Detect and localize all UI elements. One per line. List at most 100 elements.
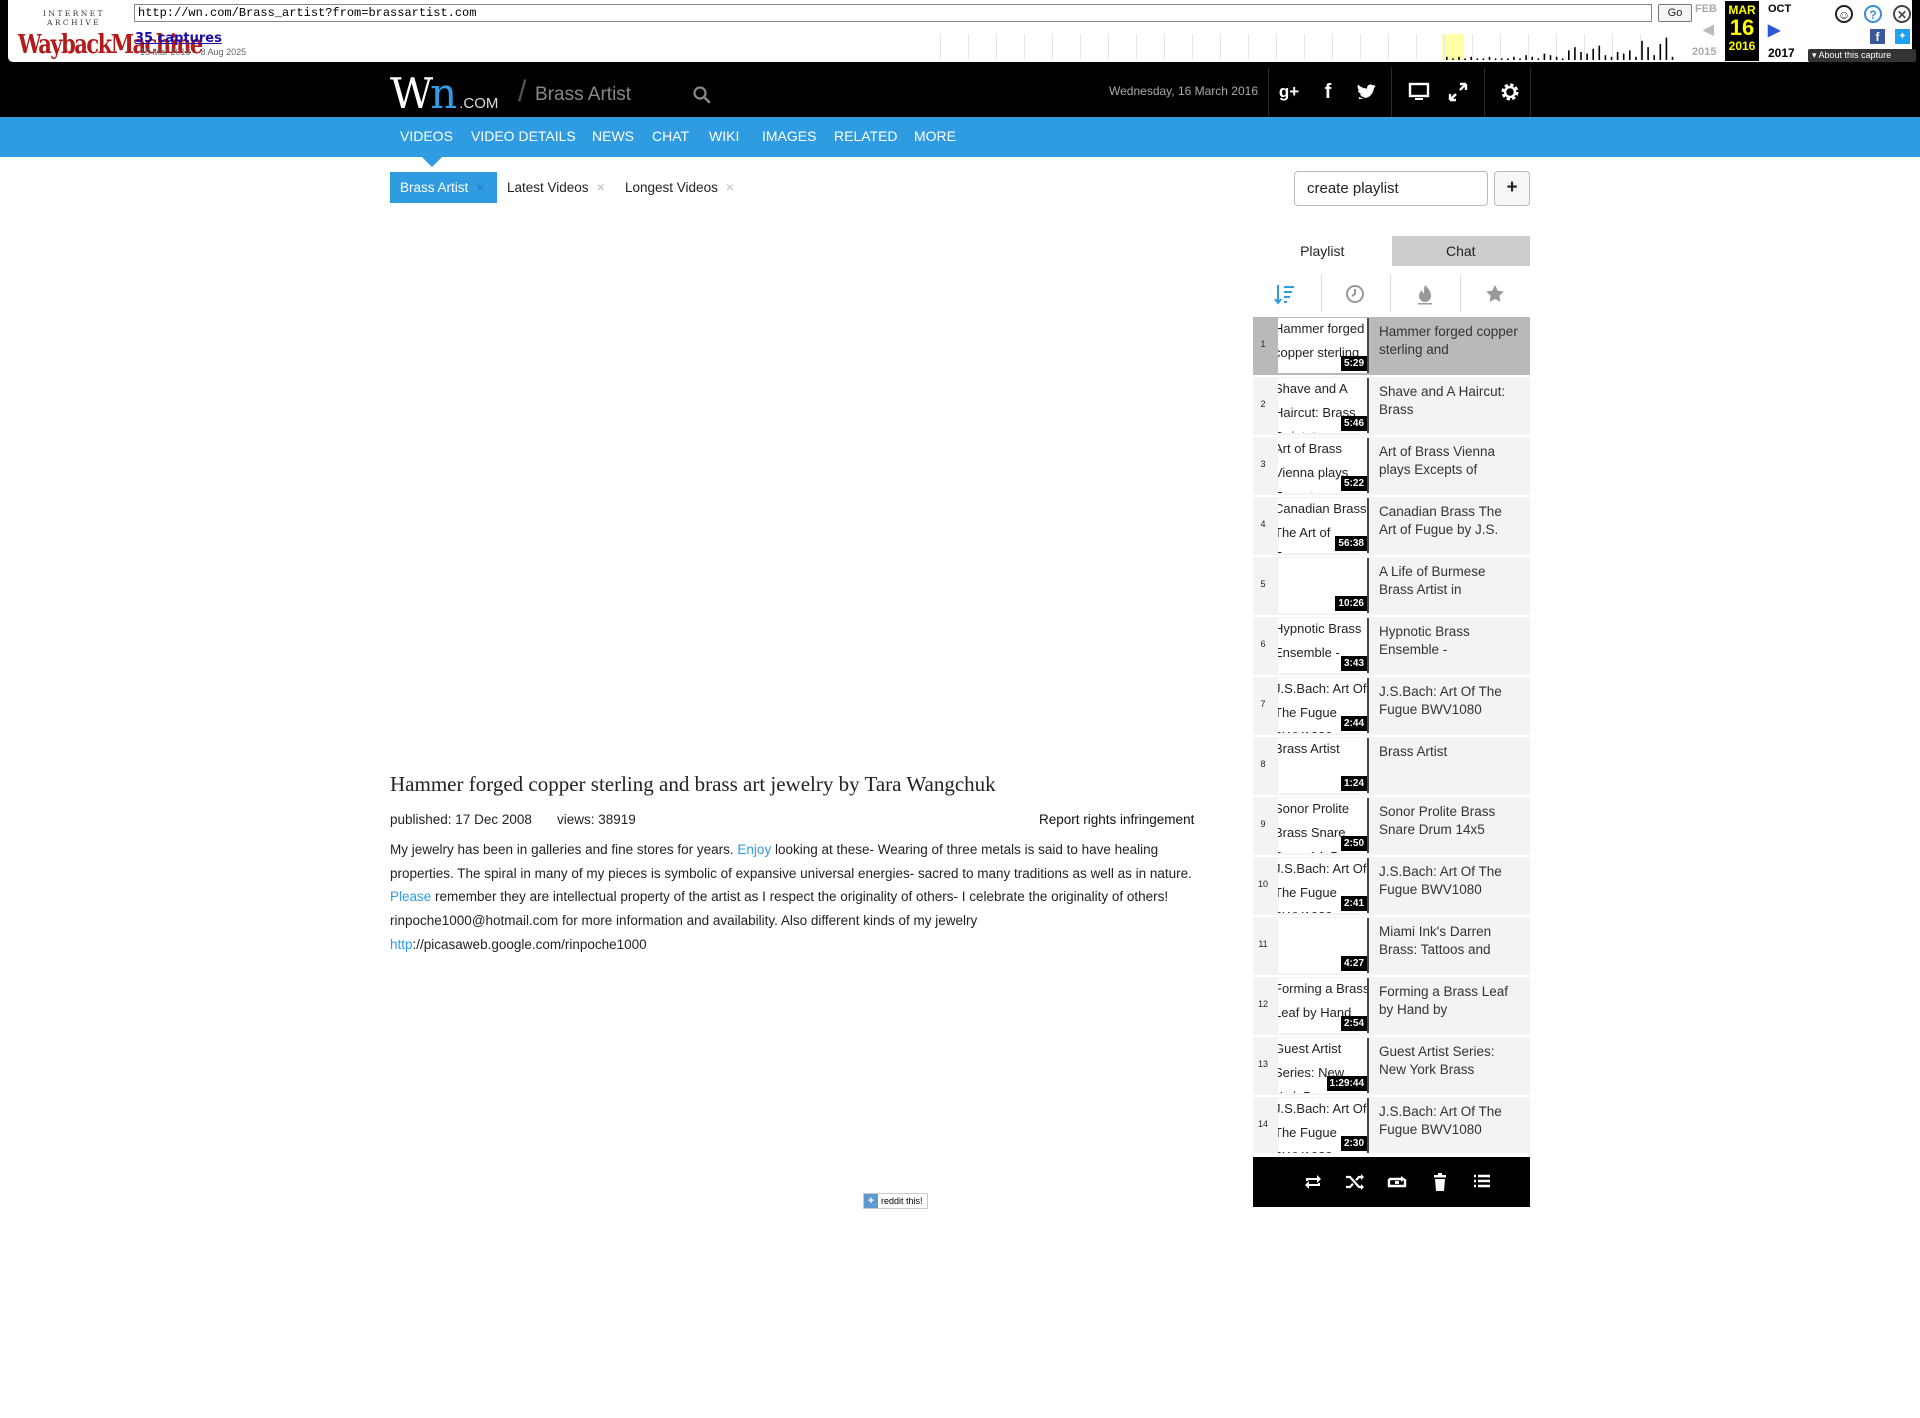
playlist-item[interactable]: 9Sonor Prolite Brass Snare Drum 14x52:50… [1253, 797, 1530, 855]
video-thumbnail[interactable]: Brass Artist 1:24 [1278, 738, 1369, 793]
sparkline-bar[interactable] [1665, 37, 1668, 60]
site-logo[interactable]: Wn .COM [390, 69, 498, 118]
playlist-item[interactable]: 5 10:26 A Life of Burmese Brass Artist in [1253, 557, 1530, 615]
facebook-share-icon[interactable]: f [1870, 29, 1885, 44]
sparkline-bar[interactable] [1616, 52, 1619, 60]
video-thumbnail[interactable]: J.S.Bach: Art Of The Fugue BWV10802:44 [1278, 678, 1369, 733]
desc-link-http[interactable]: http [390, 937, 413, 952]
nav-video-details[interactable]: VIDEO DETAILS [471, 128, 576, 144]
video-thumbnail[interactable]: Canadian Brass The Art of Fugue56:38 [1278, 498, 1369, 553]
loop-one-icon[interactable] [1385, 1170, 1409, 1194]
playlist-item[interactable]: 1 Hammer forged copper sterling 5:29 Hammer… [1253, 317, 1530, 375]
nav-more[interactable]: MORE [914, 128, 956, 144]
playlist-item[interactable]: 8 Brass Artist 1:24 Brass Artist [1253, 737, 1530, 795]
star-icon[interactable] [1483, 282, 1507, 306]
video-thumbnail[interactable]: Shave and A Haircut: Brass Quintet5:46 [1278, 378, 1369, 433]
video-thumbnail[interactable]: Guest Artist Series: New York Brass1:29:… [1278, 1038, 1369, 1093]
playlist-item-title[interactable]: J.S.Bach: Art Of The Fugue BWV1080 [1379, 863, 1519, 898]
wayback-prev-month[interactable]: FEB [1695, 3, 1717, 15]
sparkline-bar[interactable] [1519, 58, 1521, 60]
sparkline-bar[interactable] [1537, 58, 1540, 60]
fire-icon[interactable] [1413, 282, 1437, 306]
report-rights-link[interactable]: Report rights infringement [1039, 812, 1194, 827]
sparkline-bar[interactable] [1555, 56, 1558, 60]
desc-link-enjoy[interactable]: Enjoy [737, 842, 771, 857]
wayback-next-month[interactable]: OCT [1768, 3, 1791, 15]
wayback-next-arrow-icon[interactable]: ▶ [1768, 20, 1780, 40]
sparkline-bar[interactable] [1635, 56, 1637, 60]
trash-icon[interactable] [1428, 1170, 1452, 1194]
twitter-share-icon[interactable]: ✦ [1895, 29, 1910, 44]
close-icon[interactable]: × [476, 179, 484, 195]
sparkline-bar[interactable] [1452, 58, 1454, 60]
gear-icon[interactable] [1497, 79, 1523, 105]
playlist-item-title[interactable]: Hammer forged copper sterling and [1379, 323, 1519, 358]
wayback-logo[interactable]: INTERNET ARCHIVE WaybackMachine [18, 9, 203, 59]
playlist-item[interactable]: 12 Forming a Brass Leaf by Hand 2:54 Formin… [1253, 977, 1530, 1035]
sparkline-bar[interactable] [1531, 56, 1533, 60]
playlist-item-title[interactable]: Sonor Prolite Brass Snare Drum 14x5 [1379, 803, 1519, 838]
playlist-item[interactable]: 7J.S.Bach: Art Of The Fugue BWV10802:44J… [1253, 677, 1530, 735]
user-icon[interactable]: ☺ [1835, 5, 1853, 23]
monitor-icon[interactable] [1406, 79, 1432, 105]
playlist-item[interactable]: 2 Shave and A Haircut: Brass Quintet5:46 S… [1253, 377, 1530, 435]
playlist-item[interactable]: 10J.S.Bach: Art Of The Fugue BWV10802:41… [1253, 857, 1530, 915]
sparkline-bar[interactable] [1629, 50, 1631, 60]
fullscreen-icon[interactable] [1445, 79, 1471, 105]
sparkline-bar[interactable] [1574, 47, 1576, 60]
nav-related[interactable]: RELATED [834, 128, 898, 144]
sparkline-bar[interactable] [1494, 58, 1497, 60]
video-thumbnail[interactable]: J.S.Bach: Art Of The Fugue BWV10802:30 [1278, 1098, 1369, 1153]
wayback-url-input[interactable]: http://wn.com/Brass_artist?from=brassart… [134, 4, 1652, 22]
sparkline-bar[interactable] [1641, 40, 1643, 60]
wayback-prev-year[interactable]: 2015 [1692, 46, 1716, 58]
sparkline-bar[interactable] [1622, 53, 1625, 60]
sparkline-bar[interactable] [1470, 56, 1472, 60]
sparkline-bar[interactable] [1507, 58, 1509, 60]
playlist-item-title[interactable]: Brass Artist [1379, 743, 1519, 761]
playlist-item-title[interactable]: A Life of Burmese Brass Artist in [1379, 563, 1519, 598]
sparkline-bar[interactable] [1482, 58, 1485, 60]
search-icon[interactable] [692, 85, 712, 105]
video-thumbnail[interactable]: Art of Brass Vienna plays Excepts5:22 [1278, 438, 1369, 493]
sparkline-bar[interactable] [1500, 58, 1503, 60]
playlist-item[interactable]: 13Guest Artist Series: New York Brass1:2… [1253, 1037, 1530, 1095]
nav-news[interactable]: NEWS [592, 128, 634, 144]
wayback-prev-arrow-icon[interactable]: ◀ [1703, 21, 1714, 38]
close-icon[interactable]: × [726, 179, 734, 195]
sparkline-bar[interactable] [1653, 55, 1655, 60]
nav-videos[interactable]: VIDEOS [400, 128, 453, 144]
sparkline-bar[interactable] [1598, 45, 1601, 60]
video-thumbnail[interactable]: Hammer forged copper sterling 5:29 [1278, 318, 1369, 373]
filter-tab-longest-videos[interactable]: Longest Videos × [615, 172, 744, 203]
shuffle-icon[interactable] [1343, 1170, 1367, 1194]
sparkline-bar[interactable] [1568, 50, 1570, 60]
sparkline-bar[interactable] [1592, 48, 1594, 60]
playlist-item-title[interactable]: Canadian Brass The Art of Fugue by J.S. [1379, 503, 1519, 538]
video-thumbnail[interactable]: Hypnotic Brass Ensemble -3:43 [1278, 618, 1369, 673]
playlist-item[interactable]: 6 Hypnotic Brass Ensemble -3:43 Hypnotic B… [1253, 617, 1530, 675]
nav-chat[interactable]: CHAT [652, 128, 689, 144]
wayback-captures-link[interactable]: 35 captures [135, 31, 222, 46]
wayback-next-year[interactable]: 2017 [1768, 46, 1795, 60]
video-thumbnail[interactable]: 4:27 [1278, 918, 1369, 973]
playlist-item-title[interactable]: Miami Ink's Darren Brass: Tattoos and [1379, 923, 1519, 958]
list-icon[interactable] [1470, 1170, 1494, 1194]
playlist-item[interactable]: 4 Canadian Brass The Art of Fugue56:38 Can… [1253, 497, 1530, 555]
sparkline-bar[interactable] [1647, 47, 1649, 60]
nav-wiki[interactable]: WIKI [709, 128, 739, 144]
help-icon[interactable]: ? [1864, 5, 1882, 23]
sparkline-bar[interactable] [1671, 56, 1674, 60]
desc-link-please[interactable]: Please [390, 889, 431, 904]
reddit-share-button[interactable]: + reddit this! [863, 1193, 928, 1209]
tab-chat[interactable]: Chat [1391, 236, 1530, 266]
clock-icon[interactable] [1343, 282, 1367, 306]
video-thumbnail[interactable]: 10:26 [1278, 558, 1369, 613]
wayback-sparkline[interactable] [936, 32, 1688, 60]
sparkline-bar[interactable] [1458, 56, 1460, 60]
sparkline-bar[interactable] [1580, 52, 1582, 60]
playlist-item-title[interactable]: Forming a Brass Leaf by Hand by [1379, 983, 1519, 1018]
playlist-item[interactable]: 3 Art of Brass Vienna plays Excepts5:22 Ar… [1253, 437, 1530, 495]
wayback-go-button[interactable]: Go [1658, 4, 1692, 22]
create-playlist-input[interactable]: create playlist [1294, 171, 1488, 206]
